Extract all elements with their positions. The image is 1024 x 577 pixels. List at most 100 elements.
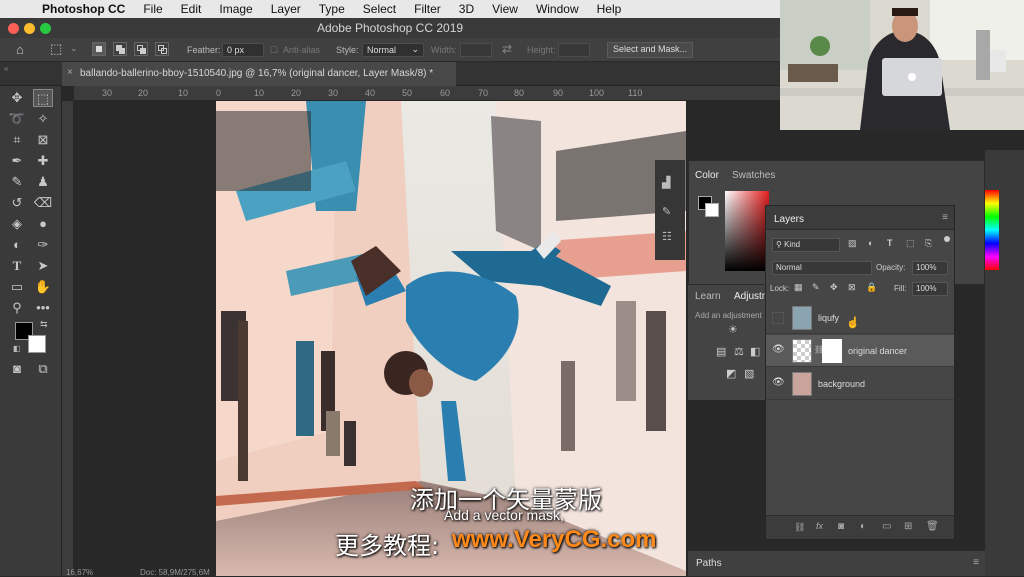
eyedropper-tool-icon[interactable]: ✒ <box>7 152 27 170</box>
dodge-tool-icon[interactable]: ◐ <box>7 236 27 254</box>
document-tab[interactable]: × ballando-ballerino-bboy-1510540.jpg @ … <box>62 62 456 86</box>
eraser-tool-icon[interactable]: ⌫ <box>33 194 53 212</box>
width-input[interactable] <box>460 43 492 57</box>
filter-shape-icon[interactable]: ⬚ <box>906 238 915 249</box>
adjustment-layer-icon[interactable]: ◐ <box>860 521 866 532</box>
eye-icon[interactable]: 👁 <box>772 344 786 358</box>
close-tab-icon[interactable]: × <box>67 67 73 78</box>
filter-smart-object-icon[interactable]: ⎘ <box>925 238 932 249</box>
type-tool-icon[interactable]: T <box>7 257 27 275</box>
pen-tool-icon[interactable]: ✑ <box>33 236 53 254</box>
frame-tool-icon[interactable]: ⊠ <box>33 131 53 149</box>
intersect-selection-button[interactable] <box>155 42 169 56</box>
tab-layers[interactable]: Layers <box>774 214 804 225</box>
menu-app-name[interactable]: Photoshop CC <box>34 2 134 16</box>
lock-artboard-icon[interactable]: ⊠ <box>848 282 856 293</box>
new-layer-icon[interactable]: ⊞ <box>904 521 912 532</box>
layer-style-icon[interactable]: fx <box>816 521 823 531</box>
lock-image-icon[interactable]: ✎ <box>812 282 820 293</box>
group-icon[interactable]: ▭ <box>882 521 891 532</box>
blur-tool-icon[interactable]: ● <box>33 215 53 233</box>
panel-menu-icon[interactable]: ≡ <box>973 557 979 568</box>
tab-color[interactable]: Color <box>695 170 719 181</box>
menu-image[interactable]: Image <box>210 2 261 16</box>
eye-icon[interactable]: 👁 <box>772 377 786 391</box>
swap-icon[interactable]: ⇄ <box>502 42 512 56</box>
menu-file[interactable]: File <box>134 2 171 16</box>
menu-help[interactable]: Help <box>588 2 631 16</box>
add-mask-icon[interactable]: ◙ <box>838 521 844 532</box>
menu-window[interactable]: Window <box>527 2 588 16</box>
lock-position-icon[interactable]: ✥ <box>830 282 838 293</box>
balance-icon[interactable]: ⚖ <box>734 345 744 358</box>
tab-learn[interactable]: Learn <box>695 291 721 302</box>
menu-select[interactable]: Select <box>354 2 405 16</box>
feather-input[interactable]: 0 px <box>222 43 264 57</box>
background-color-swatch[interactable] <box>28 335 46 353</box>
properties-icon[interactable]: ☷ <box>662 230 672 243</box>
panel-menu-icon[interactable]: ≡ <box>942 212 948 223</box>
subtract-selection-button[interactable] <box>134 42 148 56</box>
menu-edit[interactable]: Edit <box>172 2 211 16</box>
lock-transparent-icon[interactable]: ▦ <box>794 282 803 293</box>
color-background-swatch[interactable] <box>705 203 719 217</box>
select-and-mask-button[interactable]: Select and Mask... <box>607 42 693 58</box>
magic-wand-tool-icon[interactable]: ✧ <box>33 110 53 128</box>
layer-row[interactable]: 👁 background <box>766 368 954 400</box>
add-selection-button[interactable] <box>113 42 127 56</box>
screen-mode-icon[interactable]: ⧉ <box>33 360 53 378</box>
filter-type-icon[interactable]: T <box>887 238 893 248</box>
layer-row[interactable]: liqufy ☝ <box>766 302 954 334</box>
lasso-tool-icon[interactable]: ➰ <box>7 110 27 128</box>
home-icon[interactable]: ⌂ <box>16 42 24 57</box>
tab-swatches[interactable]: Swatches <box>732 170 775 181</box>
promo-url[interactable]: www.VeryCG.com <box>452 526 657 554</box>
rectangle-tool-icon[interactable]: ▭ <box>7 278 27 296</box>
tab-paths[interactable]: Paths <box>696 558 722 569</box>
antialias-checkbox[interactable]: ☐ <box>270 45 278 56</box>
color-field[interactable] <box>725 191 769 271</box>
filter-kind-select[interactable]: ⚲ Kind <box>772 238 840 252</box>
filter-pixel-icon[interactable]: ▨ <box>848 238 857 249</box>
height-input[interactable] <box>558 43 590 57</box>
default-colors-icon[interactable]: ◧ <box>13 344 21 353</box>
brush-tool-icon[interactable]: ✎ <box>7 173 27 191</box>
blend-mode-select[interactable]: Normal <box>772 261 872 275</box>
link-layers-icon[interactable]: ⛓ <box>794 522 805 533</box>
hue-slider[interactable] <box>985 190 999 270</box>
menu-view[interactable]: View <box>483 2 527 16</box>
filter-toggle-icon[interactable] <box>944 236 950 242</box>
filter-adjustment-icon[interactable]: ◐ <box>868 238 873 248</box>
crop-tool-icon[interactable]: ⌗ <box>7 131 27 149</box>
levels-icon[interactable]: ▤ <box>716 345 726 358</box>
brightness-icon[interactable]: ☀ <box>728 323 738 336</box>
swap-colors-icon[interactable]: ⇆ <box>40 319 48 330</box>
hand-tool-icon[interactable]: ✋ <box>33 278 53 296</box>
lock-all-icon[interactable]: 🔒 <box>866 282 877 293</box>
fill-input[interactable]: 100% <box>912 282 948 296</box>
menu-filter[interactable]: Filter <box>405 2 450 16</box>
menu-3d[interactable]: 3D <box>450 2 483 16</box>
black-white-icon[interactable]: ◧ <box>750 345 760 358</box>
healing-brush-tool-icon[interactable]: ✚ <box>33 152 53 170</box>
layer-mask-thumbnail[interactable] <box>822 339 842 363</box>
zoom-tool-icon[interactable]: ⚲ <box>7 299 27 317</box>
marquee-preset-icon[interactable]: ⬚ <box>50 41 62 57</box>
trash-icon[interactable]: 🗑 <box>926 521 939 532</box>
chevron-down-icon[interactable]: ⌄ <box>70 43 78 54</box>
collapse-toolbar-icon[interactable]: « <box>4 64 8 73</box>
visibility-toggle[interactable] <box>772 312 784 324</box>
marquee-tool-icon[interactable]: ⬚ <box>33 89 53 107</box>
quick-mask-icon[interactable]: ◙ <box>7 360 27 378</box>
layer-row-selected[interactable]: 👁 ⛓ original dancer <box>766 335 954 367</box>
threshold-icon[interactable]: ▧ <box>744 367 754 380</box>
move-tool-icon[interactable]: ✥ <box>7 89 27 107</box>
menu-layer[interactable]: Layer <box>262 2 310 16</box>
paint-bucket-tool-icon[interactable]: ◈ <box>7 215 27 233</box>
opacity-input[interactable]: 100% <box>912 261 948 275</box>
style-select[interactable]: Normal ⌄ <box>362 43 424 57</box>
new-selection-button[interactable] <box>92 42 106 56</box>
menu-type[interactable]: Type <box>310 2 354 16</box>
histogram-icon[interactable]: ▟ <box>662 176 670 189</box>
path-selection-tool-icon[interactable]: ➤ <box>33 257 53 275</box>
